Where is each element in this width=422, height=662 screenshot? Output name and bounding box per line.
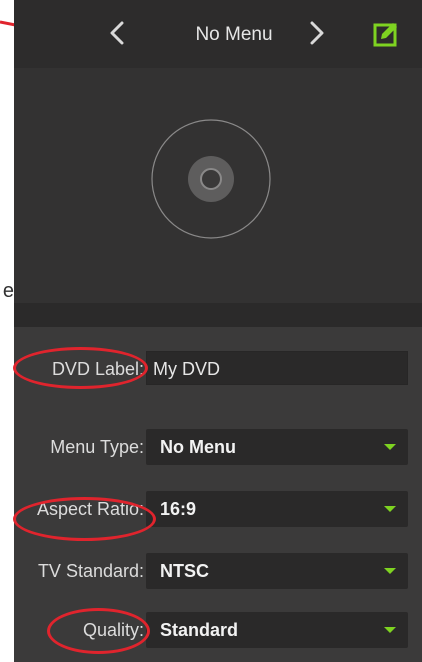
menu-type-select[interactable]: No Menu	[146, 429, 408, 465]
disc-icon	[151, 119, 271, 239]
menu-type-label: Menu Type:	[50, 437, 144, 457]
menu-type-row: Menu Type: No Menu	[14, 429, 422, 465]
tv-standard-row: TV Standard: NTSC	[14, 553, 422, 589]
quality-label: Quality:	[82, 620, 144, 640]
dvd-label-row: DVD Label: My DVD	[14, 351, 422, 387]
tv-standard-value: NTSC	[160, 561, 209, 581]
edit-menu-button[interactable]	[372, 20, 400, 48]
menu-type-value: No Menu	[160, 437, 236, 457]
chevron-right-icon	[310, 21, 324, 45]
next-menu-button[interactable]	[302, 17, 332, 49]
quality-value: Standard	[160, 620, 239, 640]
aspect-ratio-label: Aspect Ratio:	[36, 499, 144, 519]
left-edge-text: e	[2, 280, 14, 302]
tv-standard-label: TV Standard:	[37, 561, 144, 581]
dvd-settings-panel: No Menu DVD Label: My DVD Menu Type: No …	[14, 0, 422, 662]
dropdown-arrow-icon	[384, 506, 396, 512]
aspect-ratio-row: Aspect Ratio: 16:9	[14, 491, 422, 527]
dropdown-arrow-icon	[384, 627, 396, 633]
dropdown-arrow-icon	[384, 568, 396, 574]
edit-icon	[373, 23, 397, 47]
dvd-label-input[interactable]: My DVD	[146, 351, 408, 385]
previous-menu-button[interactable]	[102, 17, 132, 49]
chevron-left-icon	[110, 21, 124, 45]
menu-preview	[14, 68, 422, 303]
aspect-ratio-value: 16:9	[160, 499, 197, 519]
quality-select[interactable]: Standard	[146, 612, 408, 648]
divider	[14, 303, 422, 327]
aspect-ratio-select[interactable]: 16:9	[146, 491, 408, 527]
menu-title: No Menu	[195, 24, 273, 45]
tv-standard-select[interactable]: NTSC	[146, 553, 408, 589]
menu-header: No Menu	[14, 0, 422, 68]
dvd-label-label: DVD Label:	[51, 359, 144, 379]
dropdown-arrow-icon	[384, 444, 396, 450]
quality-row: Quality: Standard	[14, 612, 422, 648]
